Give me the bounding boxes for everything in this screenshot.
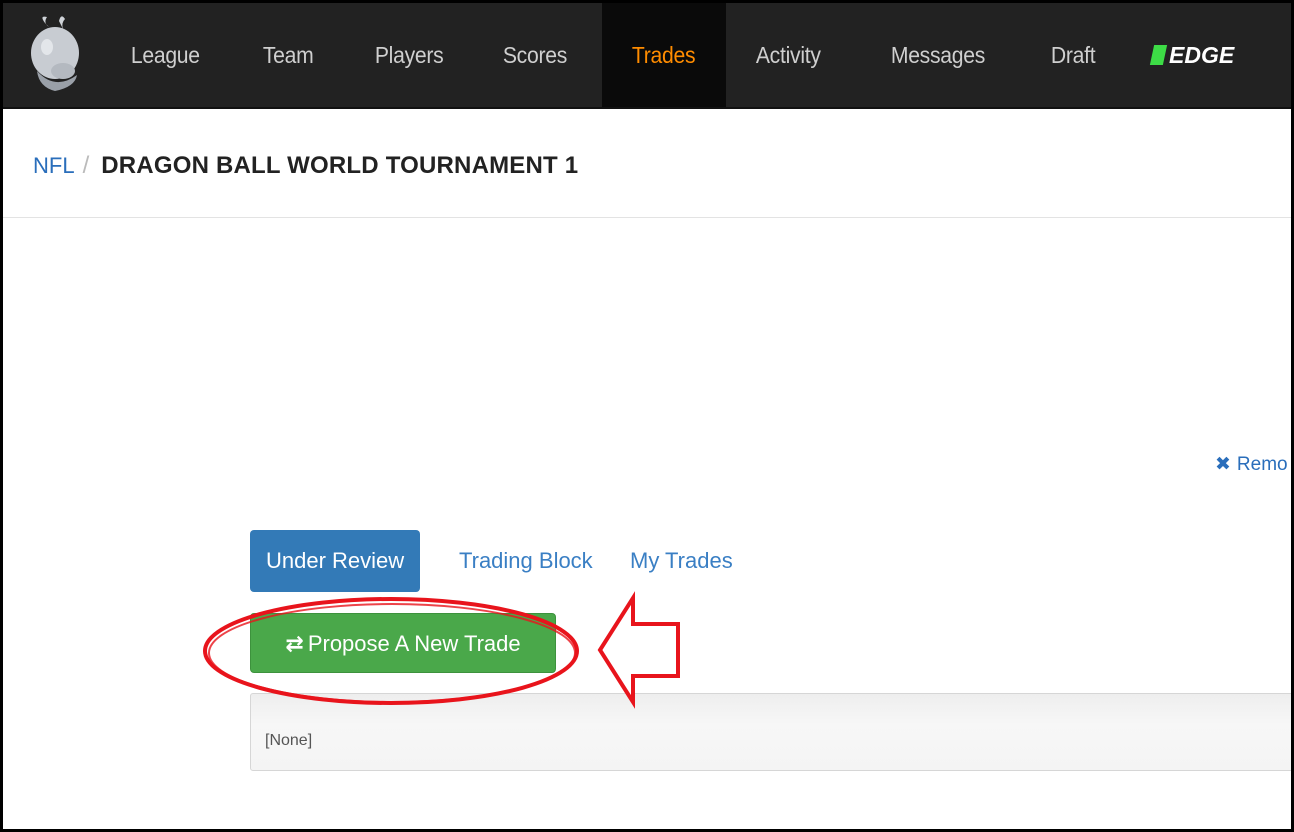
arrow-left bbox=[597, 591, 680, 709]
propose-new-trade-button[interactable]: ⇄ Propose A New Trade bbox=[250, 613, 556, 673]
nav-item-team[interactable]: Team bbox=[261, 3, 315, 107]
exchange-icon: ⇄ bbox=[285, 631, 304, 656]
breadcrumb-separator: / bbox=[82, 152, 90, 179]
times-icon: ✖ bbox=[1215, 454, 1231, 475]
nav-item-draft[interactable]: Draft bbox=[1049, 3, 1097, 107]
nav-item-messages[interactable]: Messages bbox=[889, 3, 987, 107]
edge-label: EDGE bbox=[1169, 42, 1235, 68]
remove-link[interactable]: ✖ Remo bbox=[1215, 453, 1288, 476]
tab-trading-block[interactable]: Trading Block bbox=[459, 530, 593, 592]
empty-state-text: [None] bbox=[265, 732, 313, 749]
breadcrumb: NFL / DRAGON BALL WORLD TOURNAMENT 1 bbox=[33, 149, 578, 183]
page-title: DRAGON BALL WORLD TOURNAMENT 1 bbox=[101, 152, 579, 179]
nav-item-edge[interactable]: EDGE bbox=[1149, 3, 1235, 107]
league-logo-icon[interactable] bbox=[25, 13, 89, 93]
breadcrumb-root-link[interactable]: NFL bbox=[33, 153, 75, 178]
nav-item-players[interactable]: Players bbox=[373, 3, 445, 107]
top-navbar: League Team Players Scores Trades Activi… bbox=[3, 3, 1291, 109]
tab-under-review[interactable]: Under Review bbox=[250, 530, 421, 592]
nav-item-league[interactable]: League bbox=[129, 3, 202, 107]
header-divider bbox=[3, 217, 1291, 218]
nav-item-trades[interactable]: Trades bbox=[630, 3, 697, 107]
remove-link-label: Remo bbox=[1236, 454, 1288, 475]
screenshot-frame: League Team Players Scores Trades Activi… bbox=[0, 0, 1294, 832]
trades-panel: [None] bbox=[250, 693, 1291, 771]
propose-button-label: Propose A New Trade bbox=[307, 631, 521, 656]
nav-item-activity[interactable]: Activity bbox=[754, 3, 822, 107]
edge-logo-icon bbox=[1149, 45, 1168, 65]
tab-my-trades[interactable]: My Trades bbox=[630, 530, 733, 592]
nav-item-scores[interactable]: Scores bbox=[501, 3, 569, 107]
